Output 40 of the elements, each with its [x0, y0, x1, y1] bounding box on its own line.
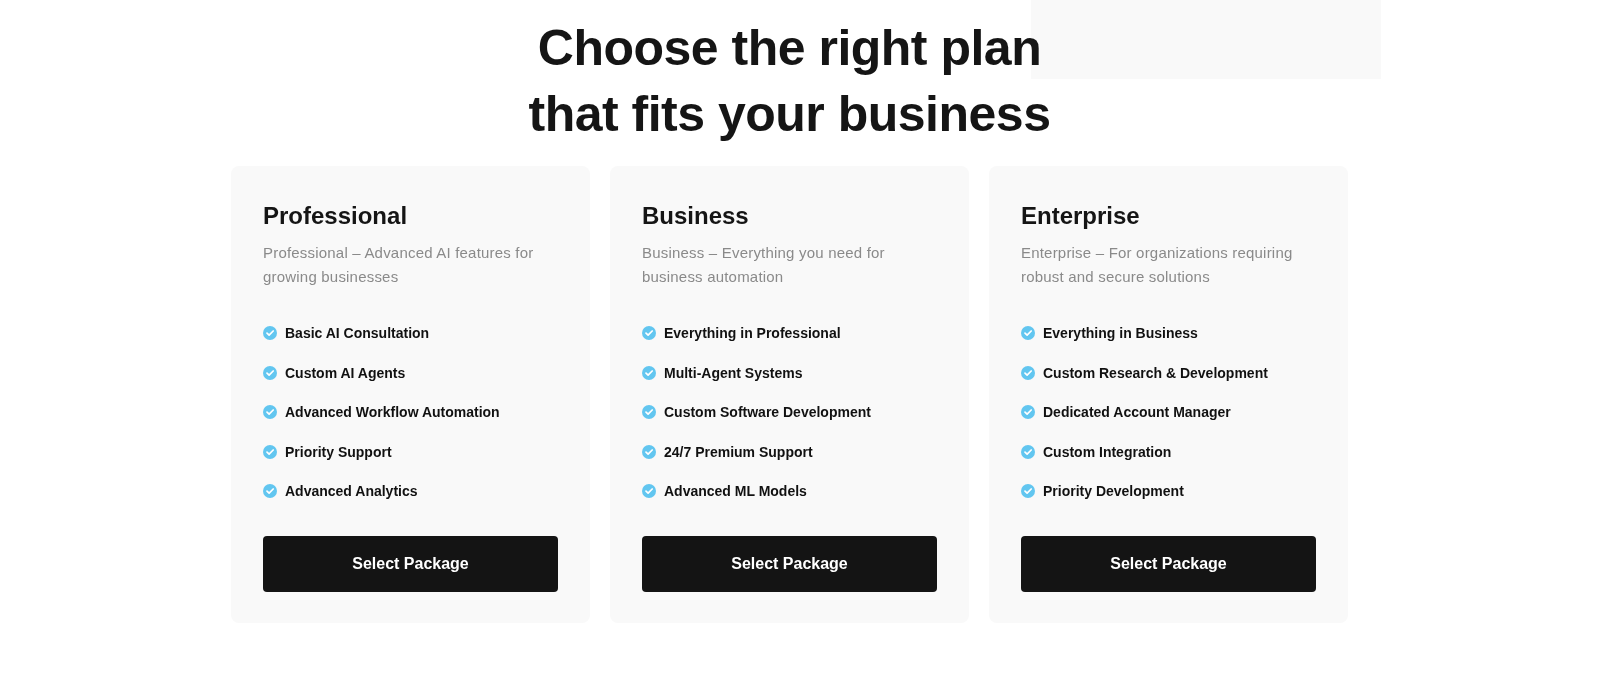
check-circle-icon: [642, 444, 656, 459]
check-circle-icon: [1021, 365, 1035, 380]
feature-text: Priority Support: [285, 442, 392, 462]
feature-text: Everything in Business: [1043, 324, 1198, 343]
plan-description: Professional – Advanced AI features for growing businesses: [263, 243, 535, 287]
check-circle-icon: [1021, 326, 1035, 340]
check-circle-icon: [263, 484, 277, 498]
select-package-button[interactable]: Select Package: [1021, 536, 1316, 592]
check-circle-icon: [263, 365, 277, 380]
plan-name: Business: [642, 201, 750, 231]
check-circle-icon: [263, 405, 277, 419]
page-heading: Choose the right plan that fits your business: [527, 19, 1052, 144]
check-circle-icon: [1021, 484, 1035, 498]
feature-text: Multi-Agent Systems: [664, 363, 803, 383]
feature-text: Advanced Analytics: [285, 482, 418, 501]
check-circle-icon: [642, 326, 656, 340]
feature-text: Custom AI Agents: [285, 363, 406, 383]
plan-name: Enterprise: [1021, 201, 1141, 231]
select-package-button[interactable]: Select Package: [263, 536, 558, 592]
check-circle-icon: [642, 365, 656, 380]
check-circle-icon: [263, 326, 277, 340]
feature-text: Custom Research & Development: [1043, 363, 1268, 383]
plan-name: Professional: [263, 201, 409, 231]
check-circle-icon: [642, 484, 656, 498]
feature-text: Custom Software Development: [664, 403, 871, 422]
feature-text: Priority Development: [1043, 482, 1184, 501]
check-circle-icon: [1021, 405, 1035, 419]
check-circle-icon: [642, 405, 656, 419]
feature-text: Advanced ML Models: [664, 482, 807, 501]
select-package-button[interactable]: Select Package: [642, 536, 937, 592]
feature-text: 24/7 Premium Support: [664, 442, 813, 462]
check-circle-icon: [1021, 444, 1035, 459]
feature-text: Basic AI Consultation: [285, 324, 430, 343]
feature-text: Everything in Professional: [664, 324, 841, 343]
feature-text: Custom Integration: [1043, 442, 1172, 462]
feature-text: Dedicated Account Manager: [1043, 403, 1231, 422]
plan-description: Business – Everything you need for business automation: [642, 243, 886, 287]
feature-text: Advanced Workflow Automation: [285, 403, 500, 422]
plan-description: Enterprise – For organizations requiring robust and secure solutions: [1021, 243, 1294, 287]
check-circle-icon: [263, 444, 277, 459]
